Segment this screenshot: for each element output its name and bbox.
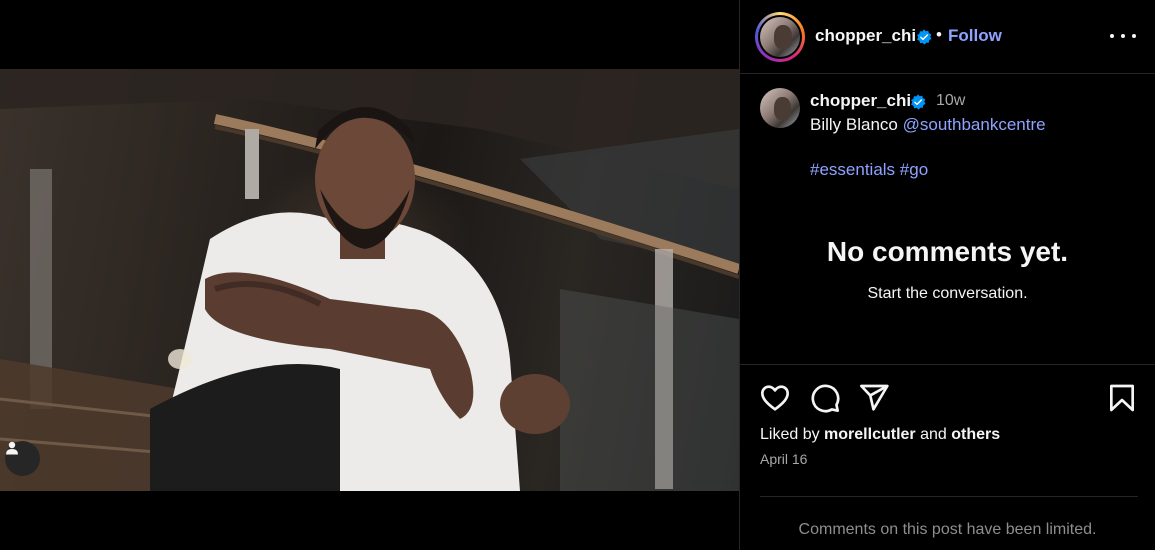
hashtag-link[interactable]: #essentials bbox=[810, 160, 895, 179]
hashtag-link[interactable]: #go bbox=[900, 160, 928, 179]
caption-hashtags: #essentials #go bbox=[810, 160, 928, 180]
author-avatar bbox=[760, 17, 800, 57]
verified-badge-icon bbox=[910, 93, 926, 111]
caption-text: Billy Blanco @southbankcentre bbox=[810, 115, 1046, 135]
caption-username[interactable]: chopper_chi bbox=[810, 91, 911, 111]
liked-by-user-link[interactable]: morellcutler bbox=[824, 426, 916, 443]
post-photo-illustration bbox=[0, 69, 739, 491]
liked-by-prefix: Liked by bbox=[760, 426, 820, 443]
caption-mention-link[interactable]: @southbankcentre bbox=[903, 115, 1046, 134]
share-icon[interactable] bbox=[858, 382, 890, 414]
heart-icon[interactable] bbox=[759, 382, 791, 414]
media-pane bbox=[0, 0, 739, 550]
bookmark-icon[interactable] bbox=[1106, 382, 1138, 414]
author-username[interactable]: chopper_chi bbox=[815, 26, 916, 46]
comments-limited-notice: Comments on this post have been limited. bbox=[798, 521, 1097, 538]
liked-by-connector: and bbox=[920, 426, 947, 443]
post-side-panel: chopper_chi • Follow chopper_chi 10w Bil… bbox=[740, 0, 1155, 550]
more-options-icon[interactable] bbox=[1110, 26, 1136, 46]
caption-timestamp[interactable]: 10w bbox=[936, 92, 965, 110]
author-avatar-story-ring[interactable] bbox=[755, 12, 805, 62]
follow-button[interactable]: Follow bbox=[948, 26, 1002, 46]
post-header: chopper_chi • Follow bbox=[740, 0, 1155, 74]
comment-icon[interactable] bbox=[809, 382, 841, 414]
post-date[interactable]: April 16 bbox=[760, 451, 807, 467]
caption-author-avatar[interactable] bbox=[760, 88, 800, 128]
verified-badge-icon bbox=[916, 28, 932, 46]
section-divider bbox=[760, 496, 1138, 497]
user-tag-button[interactable] bbox=[5, 441, 40, 476]
liked-by-others-link[interactable]: others bbox=[951, 426, 1000, 443]
no-comments-subtitle: Start the conversation. bbox=[867, 285, 1028, 302]
user-tag-icon bbox=[6, 441, 18, 455]
caption-body: Billy Blanco bbox=[810, 115, 898, 134]
post-photo[interactable] bbox=[0, 69, 739, 491]
no-comments-title: No comments yet. bbox=[826, 236, 1069, 267]
section-divider bbox=[740, 364, 1155, 365]
header-separator: • bbox=[936, 25, 942, 44]
liked-by-text: Liked by morellcutler and others bbox=[760, 426, 1000, 444]
